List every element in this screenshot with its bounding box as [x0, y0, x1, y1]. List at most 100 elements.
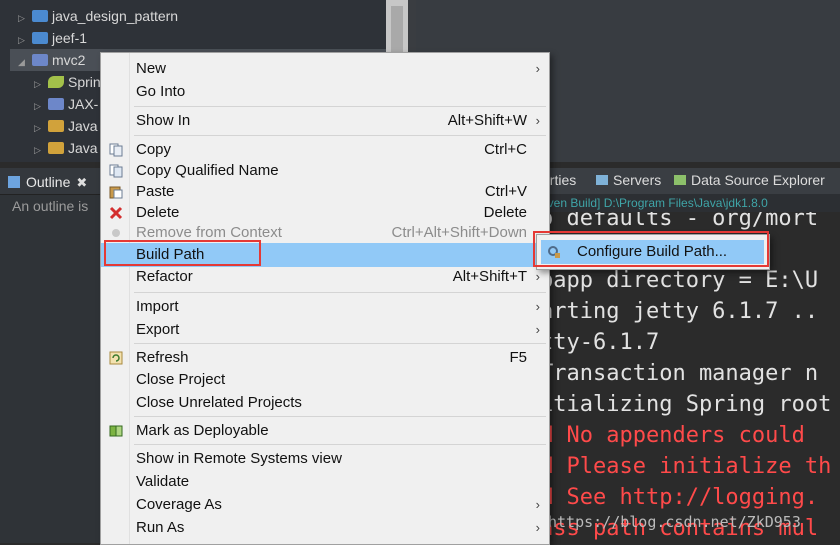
tree-item-label: mvc2	[52, 52, 86, 68]
menu-item-label: Refactor	[136, 268, 193, 285]
tree-item-label: Sprin	[68, 74, 101, 90]
menu-item-label: Delete	[136, 204, 180, 221]
menu-item-label: Copy	[136, 141, 172, 158]
menu-item-go-into[interactable]: Go Into	[101, 81, 549, 103]
console-line: bapp directory = E:\U	[540, 268, 819, 293]
tab-label: Servers	[613, 172, 662, 188]
menu-item-label: Refresh	[136, 349, 189, 366]
jax-ws-icon	[48, 98, 64, 110]
menu-item-import[interactable]: Import ›	[101, 296, 549, 318]
tree-item-java-design-pattern[interactable]: ▷ java_design_pattern	[18, 5, 178, 27]
context-menu: New › Go Into Show In Alt+Shift+W › Copy…	[100, 52, 550, 545]
tab-data-source-explorer[interactable]: Data Source Explorer	[674, 172, 825, 188]
menu-item-label: Mark as Deployable	[136, 422, 269, 439]
menu-item-close-project[interactable]: Close Project	[101, 369, 549, 391]
submenu-arrow-icon: ›	[535, 113, 540, 128]
tab-label: Data Source Explorer	[691, 172, 825, 188]
menu-item-shortcut: F5	[509, 349, 527, 366]
menu-item-shortcut: Ctrl+Alt+Shift+Down	[391, 224, 527, 241]
tree-item-label: Java	[68, 140, 98, 156]
outline-message: An outline is	[12, 198, 89, 214]
menu-item-shortcut: Alt+Shift+T	[452, 268, 527, 285]
menu-item-label: New	[136, 60, 167, 77]
menu-item-shortcut: Delete	[483, 204, 527, 221]
java-resources-icon	[48, 120, 64, 132]
menu-separator	[134, 343, 546, 344]
submenu-arrow-icon: ›	[535, 322, 540, 337]
menu-item-label: Paste	[136, 183, 175, 200]
menu-item-copy[interactable]: Copy Ctrl+C	[101, 139, 549, 161]
expand-arrow-icon[interactable]: ▷	[34, 73, 46, 95]
delete-icon	[109, 206, 123, 220]
menu-item-label: Show in Remote Systems view	[136, 450, 342, 467]
tree-item-label: Java	[68, 118, 98, 134]
menu-item-refresh[interactable]: Refresh F5	[101, 347, 549, 369]
deployable-icon	[109, 425, 123, 437]
menu-item-label: Import	[136, 298, 179, 315]
menu-item-paste[interactable]: Paste Ctrl+V	[101, 181, 549, 203]
menu-item-show-in[interactable]: Show In Alt+Shift+W ›	[101, 110, 549, 132]
refresh-icon	[109, 351, 123, 365]
paste-icon	[109, 186, 123, 199]
console-error-line: N No appenders could	[540, 423, 805, 448]
watermark: https://blog.csdn.net/ZkD953	[548, 513, 801, 531]
tab-servers[interactable]: Servers	[596, 172, 661, 188]
console-line: tty-6.1.7	[540, 330, 660, 355]
tree-item-label: jeef-1	[52, 30, 88, 46]
menu-item-label: Close Unrelated Projects	[136, 394, 302, 411]
menu-separator	[134, 444, 546, 445]
console-error-line: N Please initialize th	[540, 454, 832, 479]
tree-item-jax[interactable]: ▷ JAX-	[34, 93, 98, 115]
tree-item-java-library[interactable]: ▷ Java	[34, 137, 98, 159]
menu-item-shortcut: Ctrl+V	[484, 183, 527, 200]
tab-outline[interactable]: Outline ✖	[8, 171, 87, 193]
tree-item-spring[interactable]: ▷ Sprin	[34, 71, 101, 93]
menu-separator	[134, 292, 546, 293]
expand-arrow-icon[interactable]: ▷	[34, 117, 46, 139]
tree-item-jeef-1[interactable]: ▷ jeef-1	[18, 27, 87, 49]
servers-icon	[596, 175, 608, 185]
submenu-arrow-icon: ›	[535, 497, 540, 512]
menu-item-validate[interactable]: Validate	[101, 471, 549, 493]
collapse-arrow-icon[interactable]: ◢	[18, 51, 30, 73]
expand-arrow-icon[interactable]: ▷	[34, 139, 46, 161]
expand-arrow-icon[interactable]: ▷	[18, 7, 30, 29]
menu-item-label: Show In	[136, 112, 191, 129]
build-path-highlight-box	[104, 240, 261, 266]
expand-arrow-icon[interactable]: ▷	[34, 95, 46, 117]
menu-item-close-unrelated-projects[interactable]: Close Unrelated Projects	[101, 392, 549, 414]
expand-arrow-icon[interactable]: ▷	[18, 29, 30, 51]
menu-item-new[interactable]: New ›	[101, 58, 549, 80]
menu-item-coverage-as[interactable]: Coverage As ›	[101, 494, 549, 516]
menu-item-copy-qualified-name[interactable]: Copy Qualified Name	[101, 160, 549, 182]
menu-item-show-remote-systems[interactable]: Show in Remote Systems view	[101, 448, 549, 470]
data-source-icon	[674, 175, 686, 185]
outline-tab-label: Outline	[26, 174, 71, 190]
configure-build-path-highlight-box	[533, 231, 769, 267]
menu-item-mark-as-deployable[interactable]: Mark as Deployable	[101, 420, 549, 442]
menu-item-delete[interactable]: Delete Delete	[101, 202, 549, 224]
tree-item-java-resources[interactable]: ▷ Java	[34, 115, 98, 137]
tree-item-label: JAX-	[68, 96, 99, 112]
menu-item-label: Export	[136, 321, 180, 338]
menu-separator	[134, 135, 546, 136]
copy-icon	[109, 143, 123, 157]
remove-context-icon	[112, 229, 120, 237]
menu-item-label: Coverage As	[136, 496, 222, 513]
console-line: arting jetty 6.1.7 ..	[540, 299, 819, 324]
folder-icon	[32, 10, 48, 22]
menu-item-run-as[interactable]: Run As ›	[101, 517, 549, 539]
menu-item-refactor[interactable]: Refactor Alt+Shift+T ›	[101, 266, 549, 288]
menu-item-label: Go Into	[136, 83, 186, 100]
tree-item-label: java_design_pattern	[52, 8, 179, 24]
java-library-icon	[48, 142, 64, 154]
menu-item-shortcut: Alt+Shift+W	[447, 112, 527, 129]
close-icon[interactable]: ✖	[76, 175, 87, 190]
outline-icon	[8, 176, 20, 188]
folder-icon	[32, 32, 48, 44]
menu-item-export[interactable]: Export ›	[101, 319, 549, 341]
submenu-arrow-icon: ›	[535, 61, 540, 76]
submenu-arrow-icon: ›	[535, 299, 540, 314]
copy-qualified-icon	[109, 164, 123, 178]
console-line: Transaction manager n	[540, 361, 819, 386]
